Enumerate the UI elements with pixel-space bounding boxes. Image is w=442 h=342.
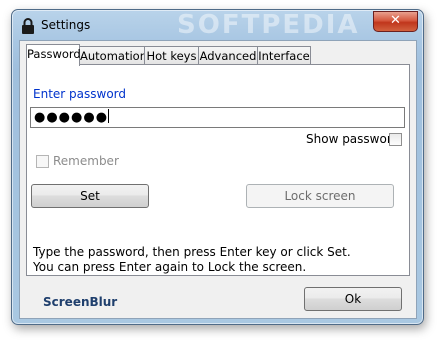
hint-line-2: You can press Enter again to Lock the sc… xyxy=(33,260,307,274)
enter-password-label: Enter password xyxy=(33,87,126,101)
watermark-text: SOFTPEDIA xyxy=(177,10,360,40)
text-caret xyxy=(108,109,110,123)
tab-automation[interactable]: Automation xyxy=(79,46,147,65)
show-password-checkbox[interactable] xyxy=(389,133,402,146)
set-button[interactable]: Set xyxy=(31,184,149,208)
close-button[interactable]: ✕ xyxy=(373,11,418,32)
dialog-client-area: Password Automation Hot keys Advanced In… xyxy=(19,40,417,319)
hint-line-1: Type the password, then press Enter key … xyxy=(33,245,351,259)
tab-interface[interactable]: Interface xyxy=(257,46,311,65)
close-icon: ✕ xyxy=(390,13,401,28)
ok-button[interactable]: Ok xyxy=(304,287,402,311)
remember-label: Remember xyxy=(53,154,119,168)
password-input[interactable]: ●●●●●● xyxy=(30,107,405,128)
tab-hot-keys[interactable]: Hot keys xyxy=(144,46,199,65)
tab-password[interactable]: Password xyxy=(26,44,81,66)
show-password-label: Show password xyxy=(306,132,400,146)
password-tab-panel: Enter password ●●●●●● Show password Reme… xyxy=(26,64,410,276)
settings-window: Settings SOFTPEDIA ✕ Password Automation… xyxy=(11,9,424,325)
window-title: Settings xyxy=(41,18,91,32)
title-bar[interactable]: Settings SOFTPEDIA ✕ xyxy=(12,10,423,40)
password-value: ●●●●●● xyxy=(34,110,109,125)
brand-label: ScreenBlur xyxy=(43,295,118,309)
lock-icon xyxy=(22,18,34,34)
lock-screen-button[interactable]: Lock screen xyxy=(246,184,394,208)
remember-checkbox[interactable] xyxy=(36,155,49,168)
tab-advanced[interactable]: Advanced xyxy=(198,46,258,65)
